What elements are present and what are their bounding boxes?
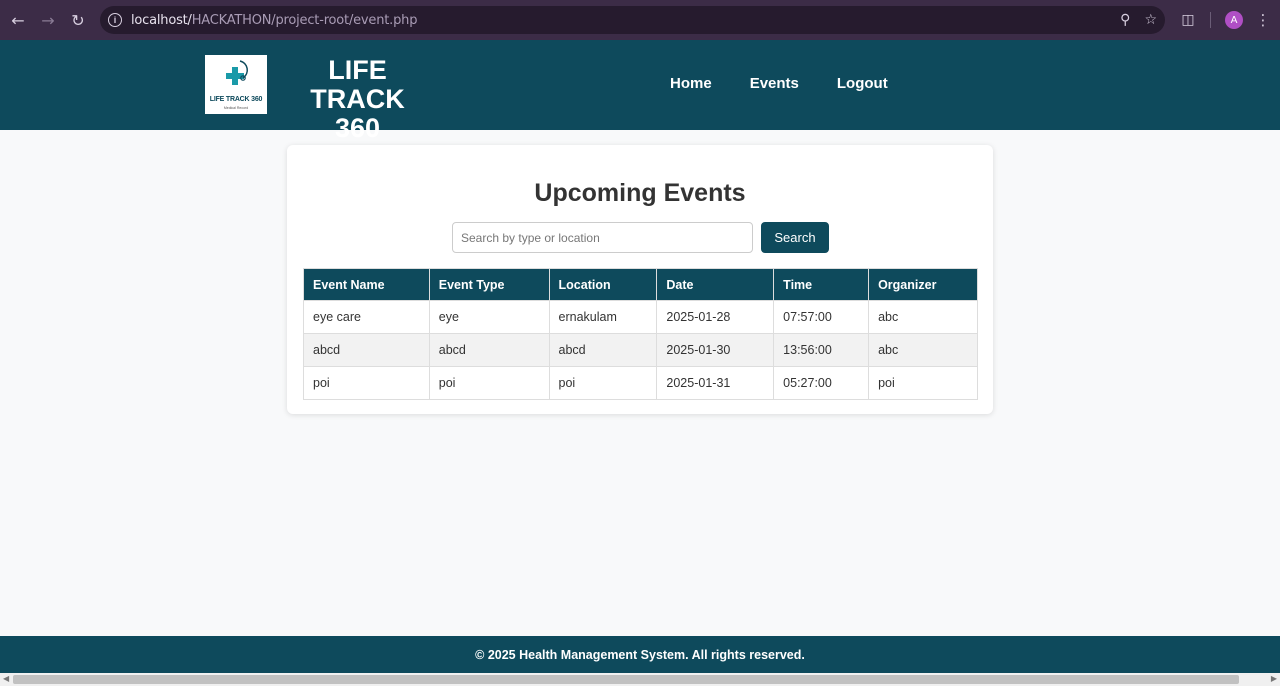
- table-cell: 13:56:00: [773, 333, 870, 367]
- column-header: Event Type: [428, 268, 550, 301]
- events-card: Upcoming Events Search Event Name Event …: [287, 145, 993, 414]
- table-cell: abc: [868, 300, 978, 334]
- scroll-left-icon[interactable]: ◀: [3, 674, 9, 683]
- table-cell: abcd: [303, 333, 430, 367]
- main-nav: Home Events Logout: [670, 75, 888, 92]
- bookmark-star-icon[interactable]: ☆: [1144, 12, 1157, 28]
- table-row: eye care eye ernakulam 2025-01-28 07:57:…: [303, 300, 978, 334]
- footer-copyright: © 2025 Health Management System. All rig…: [475, 647, 805, 662]
- table-cell: 05:27:00: [773, 366, 870, 400]
- table-row: poi poi poi 2025-01-31 05:27:00 poi: [303, 366, 978, 400]
- column-header: Event Name: [303, 268, 430, 301]
- back-arrow-icon[interactable]: ←: [3, 5, 33, 35]
- table-cell: abcd: [428, 333, 550, 367]
- column-header: Date: [656, 268, 775, 301]
- table-cell: eye: [428, 300, 550, 334]
- nav-events-link[interactable]: Events: [750, 75, 799, 92]
- column-header: Location: [548, 268, 658, 301]
- table-cell: 2025-01-28: [656, 300, 775, 334]
- browser-toolbar: ← → ↻ i localhost/HACKATHON/project-root…: [0, 0, 1280, 40]
- extensions-puzzle-icon[interactable]: ◫: [1176, 8, 1200, 32]
- table-cell: eye care: [303, 300, 430, 334]
- site-header: LIFE TRACK 360 Medical Record LIFE TRACK…: [0, 40, 1280, 143]
- table-row: abcd abcd abcd 2025-01-30 13:56:00 abc: [303, 333, 978, 367]
- events-table: Event Name Event Type Location Date Time…: [303, 268, 978, 400]
- table-cell: poi: [303, 366, 430, 400]
- column-header: Organizer: [868, 268, 978, 301]
- table-cell: 07:57:00: [773, 300, 870, 334]
- site-info-icon[interactable]: i: [108, 13, 122, 27]
- toolbar-divider: [1210, 12, 1211, 28]
- site-footer: © 2025 Health Management System. All rig…: [0, 636, 1280, 673]
- address-bar[interactable]: i localhost/HACKATHON/project-root/event…: [100, 6, 1165, 34]
- table-cell: ernakulam: [548, 300, 658, 334]
- table-cell: poi: [868, 366, 978, 400]
- scroll-right-icon[interactable]: ▶: [1271, 674, 1277, 683]
- horizontal-scrollbar[interactable]: ◀ ▶: [0, 673, 1280, 686]
- table-cell: poi: [548, 366, 658, 400]
- logo-subtext: Medical Record: [223, 106, 249, 110]
- zoom-icon[interactable]: ⚲: [1120, 12, 1130, 28]
- table-cell: abc: [868, 333, 978, 367]
- scrollbar-thumb[interactable]: [13, 675, 1239, 684]
- table-cell: 2025-01-31: [656, 366, 775, 400]
- nav-logout-link[interactable]: Logout: [837, 75, 888, 92]
- page-title: Upcoming Events: [534, 179, 746, 207]
- search-input[interactable]: [452, 222, 753, 253]
- logo[interactable]: LIFE TRACK 360 Medical Record: [205, 55, 267, 114]
- url-text[interactable]: localhost/HACKATHON/project-root/event.p…: [131, 13, 417, 28]
- table-cell: abcd: [548, 333, 658, 367]
- table-header-row: Event Name Event Type Location Date Time…: [303, 268, 978, 301]
- profile-avatar[interactable]: A: [1225, 11, 1243, 29]
- menu-dots-icon[interactable]: ⋮: [1251, 8, 1275, 32]
- search-button[interactable]: Search: [761, 222, 829, 253]
- table-cell: poi: [428, 366, 550, 400]
- column-header: Time: [773, 268, 870, 301]
- brand-name: LIFE TRACK 360: [310, 55, 405, 143]
- medical-cross-icon: [226, 60, 248, 85]
- logo-text: LIFE TRACK 360: [209, 96, 263, 103]
- table-cell: 2025-01-30: [656, 333, 775, 367]
- forward-arrow-icon[interactable]: →: [33, 5, 63, 35]
- reload-icon[interactable]: ↻: [63, 5, 93, 35]
- nav-home-link[interactable]: Home: [670, 75, 712, 92]
